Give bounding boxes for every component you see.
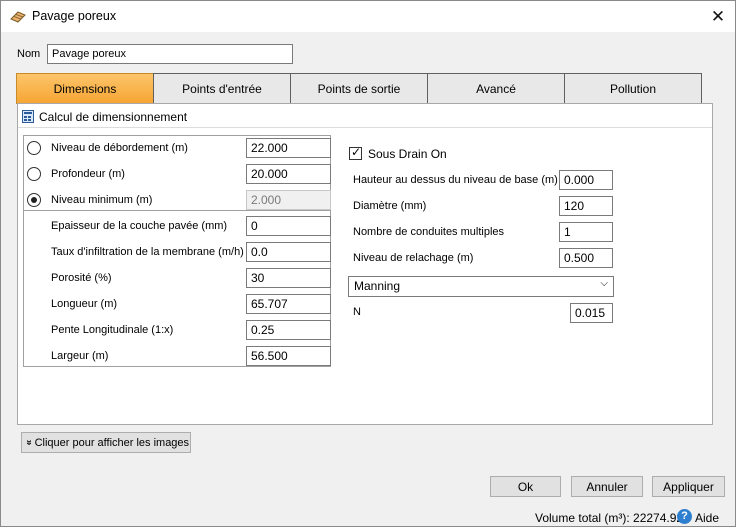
label-taux-infiltration: Taux d'infiltration de la membrane (m/h) [51,246,244,258]
label-porosite: Porosité (%) [51,272,112,284]
close-icon: ✕ [710,6,726,26]
label-pente: Pente Longitudinale (1:x) [51,324,174,336]
calculator-icon [22,110,34,123]
help-link[interactable]: Aide [695,511,719,525]
show-images-label: Cliquer pour afficher les images [34,436,190,449]
sous-drain-label: Sous Drain On [368,147,447,161]
tab-dimensions[interactable]: Dimensions [16,73,154,104]
label-niveau-relachage: Niveau de relachage (m) [353,252,474,264]
volume-total: Volume total (m³): 22274.924 [535,511,690,525]
section-title: Calcul de dimensionnement [39,110,188,124]
label-profondeur: Profondeur (m) [51,168,125,180]
show-images-button[interactable]: » Cliquer pour afficher les images [21,432,191,453]
double-chevron-down-icon: » [23,439,35,446]
chevron-down-icon: ⌵ [600,278,608,289]
close-button[interactable]: ✕ [701,1,735,32]
input-taux-infiltration[interactable]: 0.0 [246,242,331,262]
input-niveau-minimum: 2.000 [246,190,331,210]
label-epaisseur: Epaisseur de la couche pavée (mm) [51,220,228,232]
tab-points-sortie[interactable]: Points de sortie [290,73,428,104]
name-label: Nom [17,48,41,60]
input-porosite[interactable]: 30 [246,268,331,288]
formula-select[interactable]: Manning ⌵ [348,276,614,297]
radio-niveau-debordement[interactable] [27,141,41,155]
label-niveau-debordement: Niveau de débordement (m) [51,142,188,154]
input-largeur[interactable]: 56.500 [246,346,331,366]
input-epaisseur[interactable]: 0 [246,216,331,236]
paver-icon [10,11,26,23]
name-input[interactable]: Pavage poreux [47,44,293,64]
input-pente[interactable]: 0.25 [246,320,331,340]
formula-select-value: Manning [354,279,401,293]
input-niveau-debordement[interactable]: 22.000 [246,138,331,158]
tab-avance[interactable]: Avancé [427,73,565,104]
help-icon[interactable]: ? [677,509,692,524]
tab-pollution[interactable]: Pollution [564,73,702,104]
label-largeur: Largeur (m) [51,350,109,362]
window-title: Pavage poreux [32,9,117,23]
radio-niveau-minimum[interactable] [27,193,41,207]
radio-profondeur[interactable] [27,167,41,181]
cancel-button[interactable]: Annuler [571,476,643,497]
dialog-window: Pavage poreux ✕ Nom Pavage poreux Dimens… [0,0,736,527]
input-longueur[interactable]: 65.707 [246,294,331,314]
sous-drain-checkbox[interactable]: ✓ [349,145,362,160]
input-n[interactable]: 0.015 [570,303,613,323]
label-nombre-conduites: Nombre de conduites multiples [353,226,505,238]
label-n: N [353,306,361,318]
label-longueur: Longueur (m) [51,298,118,310]
label-niveau-minimum: Niveau minimum (m) [51,194,153,206]
input-nombre-conduites[interactable]: 1 [559,222,613,242]
input-niveau-relachage[interactable]: 0.500 [559,248,613,268]
apply-button[interactable]: Appliquer [652,476,725,497]
tab-points-entree[interactable]: Points d'entrée [153,73,291,104]
input-profondeur[interactable]: 20.000 [246,164,331,184]
input-diametre[interactable]: 120 [559,196,613,216]
input-hauteur[interactable]: 0.000 [559,170,613,190]
check-icon: ✓ [350,145,362,159]
label-diametre: Diamètre (mm) [353,200,427,212]
ok-button[interactable]: Ok [490,476,561,497]
title-bar: Pavage poreux ✕ [1,1,735,32]
label-hauteur: Hauteur au dessus du niveau de base (m) [353,174,558,186]
